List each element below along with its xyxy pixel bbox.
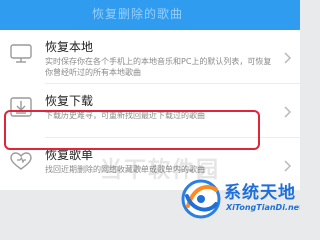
globe-logo-icon [178,176,224,222]
menu-item-description: 实时保存你在各个手机上的本地音乐和PC上的默认列表，可恢复你曾经听过的所有本地歌… [45,57,272,77]
monitor-icon [8,40,34,66]
watermark-logo: 系统天地 XiTongTianDi.net [178,172,300,224]
page-title: 恢复删除的歌曲 [92,7,184,21]
app-screen: 恢复删除的歌曲 恢复本地 实时保存你在各个手机上的本地音乐和PC上的默认列表，可… [0,0,300,224]
menu-item-title: 恢复下载 [45,94,94,108]
heart-icon [8,148,34,174]
top-bar: 恢复删除的歌曲 [0,0,300,30]
chevron-right-icon [283,104,292,118]
menu-item-title: 恢复本地 [45,40,94,54]
highlight-box [4,110,260,150]
menu-item-restore-local[interactable]: 恢复本地 实时保存你在各个手机上的本地音乐和PC上的默认列表，可恢复你曾经听过的… [0,30,300,83]
chevron-right-icon [283,50,292,64]
logo-text-en: XiTongTianDi.net [226,203,300,212]
logo-text-cn: 系统天地 [224,183,296,203]
chevron-right-icon [283,158,292,172]
